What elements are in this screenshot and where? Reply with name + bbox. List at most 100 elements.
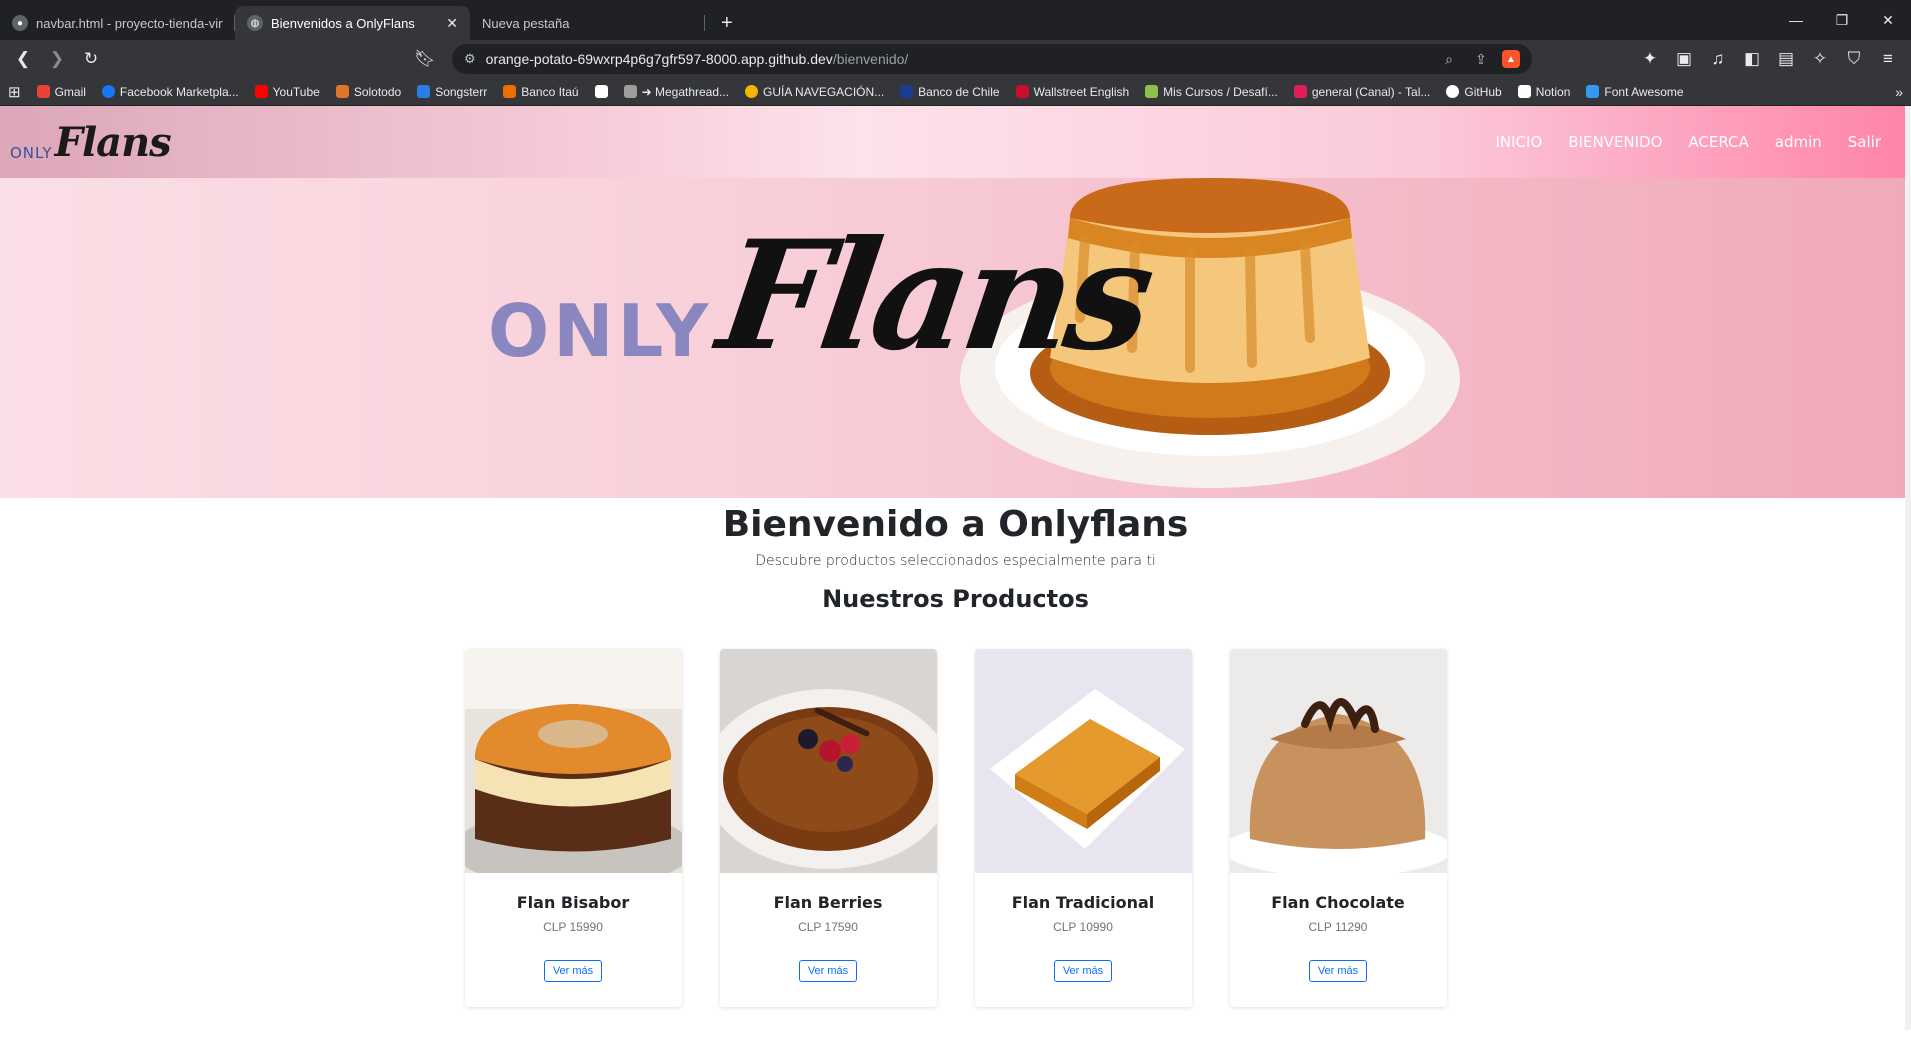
- bookmark-label: Banco de Chile: [918, 84, 1000, 99]
- url-text[interactable]: orange-potato-69wxrp4p6g7gfr597-8000.app…: [486, 51, 1428, 67]
- tab-new[interactable]: Nueva pestaña: [470, 6, 705, 40]
- flan-bisabor-image: [464, 649, 682, 873]
- bookmark-songsterr[interactable]: Songsterr: [417, 85, 487, 99]
- product-card: Flan Chocolate CLP 11290 Ver más: [1229, 649, 1447, 1007]
- page-subtitle: Descubre productos seleccionados especia…: [755, 553, 1156, 569]
- ver-mas-button[interactable]: Ver más: [798, 960, 858, 982]
- sidebar-icon[interactable]: ◧: [1737, 44, 1767, 74]
- bookmark-slack[interactable]: general (Canal) - Tal...: [1293, 84, 1431, 99]
- banco-chile-icon: [900, 85, 914, 98]
- bookmarks-bar: ⊞ Gmail Facebook Marketpla... YouTube So…: [0, 78, 1911, 106]
- page-viewport: ONLY Flans INICIO BIENVENIDO ACERCA admi…: [0, 106, 1911, 1030]
- more-bookmarks-icon[interactable]: »: [1895, 84, 1903, 100]
- bookmark-label: Mis Cursos / Desafí...: [1163, 84, 1278, 99]
- brand-only: ONLY: [10, 143, 53, 162]
- product-card: Flan Berries CLP 17590 Ver más: [719, 649, 937, 1007]
- github-icon: [1446, 85, 1460, 98]
- restore-icon[interactable]: ❐: [1819, 0, 1865, 40]
- bookmark-label: Wallstreet English: [1033, 84, 1130, 99]
- wallstreet-icon: [1015, 85, 1029, 98]
- address-bar[interactable]: ⚙ orange-potato-69wxrp4p6g7gfr597-8000.a…: [452, 44, 1532, 74]
- fontawesome-icon: [1586, 85, 1600, 98]
- close-window-icon[interactable]: ✕: [1865, 0, 1911, 40]
- brave-shield-icon[interactable]: ▲: [1502, 50, 1520, 68]
- wallet-icon[interactable]: ▤: [1771, 44, 1801, 74]
- bookmark-label: general (Canal) - Tal...: [1311, 84, 1431, 99]
- apps-grid-icon[interactable]: ⊞: [8, 83, 21, 101]
- tab-strip: ● navbar.html - proyecto-tienda-virtual …: [0, 0, 1911, 40]
- hero-logo-flans: Flans: [709, 208, 1159, 384]
- bookmark-r[interactable]: [594, 85, 608, 98]
- itau-icon: [503, 85, 517, 98]
- tab-navbar-html[interactable]: ● navbar.html - proyecto-tienda-virtual: [0, 6, 235, 40]
- product-grid: Flan Bisabor CLP 15990 Ver más Flan Berr…: [0, 649, 1911, 1007]
- flan-berries-image: [719, 649, 937, 873]
- brand-flans: Flans: [54, 118, 172, 166]
- bookmark-itau[interactable]: Banco Itaú: [503, 85, 579, 99]
- bookmark-label: GitHub: [1464, 84, 1502, 99]
- bookmark-label: Gmail: [54, 84, 86, 99]
- bookmark-youtube[interactable]: YouTube: [254, 84, 320, 99]
- hero-banner: ONLY Flans: [0, 178, 1911, 498]
- bookmark-solotodo[interactable]: Solotodo: [335, 84, 402, 99]
- nav-link-bienvenido[interactable]: BIENVENIDO: [1568, 133, 1662, 151]
- nav-link-inicio[interactable]: INICIO: [1495, 133, 1542, 151]
- product-price: CLP 15990: [543, 920, 603, 934]
- bookmark-notion[interactable]: Notion: [1517, 84, 1571, 99]
- bookmark-label: Solotodo: [353, 84, 402, 99]
- flan-tradicional-image: [974, 649, 1192, 873]
- ver-mas-button[interactable]: Ver más: [1053, 960, 1113, 982]
- bookmark-label: GUÍA NAVEGACIÓN...: [763, 84, 885, 99]
- hero-logo: ONLY Flans: [488, 208, 1159, 384]
- tab-onlyflans[interactable]: ◍ Bienvenidos a OnlyFlans ✕: [235, 6, 470, 40]
- new-tab-button[interactable]: +: [705, 6, 749, 40]
- menu-icon[interactable]: ≡: [1873, 44, 1903, 74]
- bookmark-icon[interactable]: 🔖︎: [410, 44, 440, 74]
- nav-link-admin[interactable]: admin: [1775, 133, 1822, 151]
- close-tab-icon[interactable]: ✕: [446, 15, 458, 32]
- facebook-icon: [101, 85, 115, 98]
- screenshot-icon[interactable]: ▣: [1669, 44, 1699, 74]
- page-scrollbar[interactable]: [1905, 106, 1911, 1030]
- bookmark-gmail[interactable]: Gmail: [36, 84, 86, 99]
- product-name: Flan Berries: [773, 893, 883, 912]
- bookmark-label: ➜ Megathread...: [641, 84, 730, 99]
- window-controls: — ❐ ✕: [1773, 0, 1911, 40]
- ver-mas-button[interactable]: Ver más: [1308, 960, 1368, 982]
- hero-logo-only: ONLY: [488, 289, 713, 373]
- extensions-icon[interactable]: ✦: [1635, 44, 1665, 74]
- bookmark-label: Facebook Marketpla...: [119, 84, 239, 99]
- back-icon[interactable]: ❮: [8, 44, 38, 74]
- vpn-icon[interactable]: ⛉: [1839, 44, 1869, 74]
- products-heading: Nuestros Productos: [822, 585, 1089, 613]
- bookmark-wallstreet[interactable]: Wallstreet English: [1015, 84, 1130, 99]
- zoom-icon[interactable]: ⌕: [1438, 51, 1460, 68]
- bookmark-github[interactable]: GitHub: [1446, 84, 1502, 99]
- bookmark-guia[interactable]: GUÍA NAVEGACIÓN...: [745, 85, 884, 99]
- bookmark-label: YouTube: [272, 84, 320, 99]
- r-icon: [594, 85, 608, 98]
- url-path: /bienvenido/: [832, 51, 909, 67]
- gmail-icon: [36, 85, 50, 98]
- media-icon[interactable]: ♫: [1703, 44, 1733, 74]
- bookmark-cursos[interactable]: Mis Cursos / Desafí...: [1145, 85, 1278, 99]
- bookmark-facebook[interactable]: Facebook Marketpla...: [101, 84, 239, 99]
- brand-logo[interactable]: ONLY Flans: [10, 118, 172, 166]
- leo-icon[interactable]: ✧: [1805, 44, 1835, 74]
- nav-link-salir[interactable]: Salir: [1848, 133, 1881, 151]
- ver-mas-button[interactable]: Ver más: [543, 960, 603, 982]
- bookmark-fontawesome[interactable]: Font Awesome: [1586, 84, 1684, 99]
- bookmark-label: Notion: [1535, 84, 1571, 99]
- bookmark-banco-chile[interactable]: Banco de Chile: [900, 84, 1000, 99]
- forward-icon[interactable]: ❯: [42, 44, 72, 74]
- bookmark-label: Font Awesome: [1604, 84, 1684, 99]
- youtube-icon: [254, 85, 268, 98]
- bookmark-label: Songsterr: [435, 84, 488, 99]
- share-icon[interactable]: ⇪: [1470, 51, 1492, 68]
- bookmark-megathread[interactable]: ➜ Megathread...: [623, 84, 730, 99]
- minimize-icon[interactable]: —: [1773, 0, 1819, 40]
- site-info-icon[interactable]: ⚙: [464, 51, 476, 67]
- product-price: CLP 11290: [1308, 920, 1368, 934]
- reload-icon[interactable]: ↻: [76, 44, 106, 74]
- nav-link-acerca[interactable]: ACERCA: [1688, 133, 1748, 151]
